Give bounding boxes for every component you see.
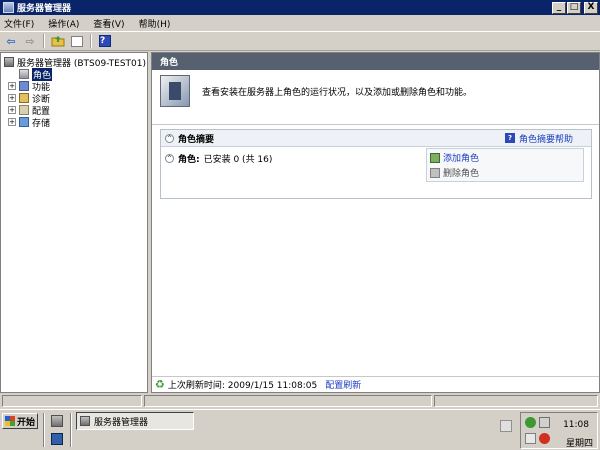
- title-bar: 服务器管理器 _ □ X: [0, 0, 600, 15]
- start-label: 开始: [17, 417, 36, 428]
- last-refresh-text: 上次刷新时间: 2009/1/15 11:08:05: [167, 381, 318, 391]
- server-manager-icon: [3, 2, 14, 13]
- tree-item-diagnostics[interactable]: + 诊断: [8, 92, 50, 105]
- refresh-status-bar: ♻ 上次刷新时间: 2009/1/15 11:08:05 配置刷新: [152, 376, 599, 392]
- menu-file[interactable]: 文件(F): [4, 17, 34, 30]
- configure-refresh-link[interactable]: 配置刷新: [325, 378, 361, 391]
- show-hidden-icons[interactable]: [500, 420, 512, 432]
- up-folder-icon[interactable]: [50, 33, 66, 49]
- add-roles-icon: [430, 152, 440, 163]
- summary-body: ^ 角色: 已安装 0 (共 16) 添加角色 删除角色: [161, 147, 591, 198]
- server-manager-quicklaunch-icon[interactable]: [51, 415, 63, 427]
- toolbar-separator: [43, 34, 45, 48]
- storage-icon: [19, 117, 29, 127]
- add-roles-link[interactable]: 添加角色: [443, 151, 479, 164]
- menu-action[interactable]: 操作(A): [48, 17, 79, 30]
- summary-header: ^ 角色摘要 ? 角色摘要帮助: [161, 130, 591, 147]
- status-cell: [144, 395, 432, 407]
- server-icon: [4, 57, 14, 67]
- quicklaunch-separator: [43, 413, 45, 447]
- windows-flag-icon: [5, 416, 15, 426]
- roles-status: ^ 角色: 已安装 0 (共 16): [165, 152, 272, 165]
- content-pane: 角色 查看安装在服务器上角色的运行状况，以及添加或删除角色和功能。 ^ 角色摘要…: [151, 52, 600, 393]
- roles-actions: 添加角色 删除角色: [426, 148, 584, 182]
- status-cell: [434, 395, 598, 407]
- taskbar-window-button[interactable]: 服务器管理器: [76, 412, 194, 430]
- roles-label: 角色:: [178, 155, 200, 165]
- minimize-button[interactable]: _: [552, 1, 566, 14]
- intro-text: 查看安装在服务器上角色的运行状况，以及添加或删除角色和功能。: [202, 87, 473, 98]
- remove-roles-link: 删除角色: [443, 169, 480, 179]
- forward-arrow-icon[interactable]: ⇨: [22, 33, 38, 49]
- summary-help-link[interactable]: ? 角色摘要帮助: [504, 132, 573, 145]
- menu-view[interactable]: 查看(V): [93, 17, 124, 30]
- roles-summary-panel: ^ 角色摘要 ? 角色摘要帮助 ^ 角色: 已安装 0 (共 16) 添加角色: [160, 129, 592, 199]
- taskbar: 开始 服务器管理器 11:08 星期四: [0, 409, 600, 450]
- toolbar-separator: [90, 34, 92, 48]
- quicklaunch-separator: [70, 413, 72, 447]
- close-button[interactable]: X: [584, 1, 598, 14]
- add-roles-action[interactable]: 添加角色: [430, 151, 583, 164]
- diagnostics-icon: [19, 93, 29, 103]
- powershell-icon[interactable]: [51, 433, 63, 445]
- status-cell: [2, 395, 142, 407]
- features-icon: [19, 81, 29, 91]
- status-bar: [0, 394, 600, 408]
- intro-section: 查看安装在服务器上角色的运行状况，以及添加或删除角色和功能。: [160, 75, 472, 107]
- tree-item-label: 存储: [32, 118, 51, 129]
- window-title: 服务器管理器: [17, 4, 72, 14]
- security-icon[interactable]: [525, 433, 536, 444]
- summary-title: 角色摘要: [178, 134, 215, 145]
- tree-item-features[interactable]: + 功能: [8, 80, 50, 93]
- navigation-tree: 服务器管理器 (BTS09-TEST01) 角色 + 功能 + 诊断 + 配置 …: [0, 52, 148, 393]
- clock-day: 星期四: [565, 439, 593, 449]
- start-button[interactable]: 开始: [2, 413, 38, 429]
- divider: [152, 124, 599, 125]
- toolbar: ⇦ ⇨ ?: [0, 31, 600, 51]
- refresh-icon: ♻: [155, 378, 165, 391]
- tree-item-configuration[interactable]: + 配置: [8, 104, 50, 117]
- alert-icon[interactable]: [539, 433, 550, 444]
- collapse-icon[interactable]: ^: [165, 133, 174, 143]
- menu-bar: 文件(F) 操作(A) 查看(V) 帮助(H): [0, 15, 600, 31]
- configuration-icon: [19, 105, 29, 115]
- maximize-button[interactable]: □: [567, 1, 581, 14]
- expand-icon[interactable]: +: [8, 118, 16, 126]
- roles-icon: [19, 69, 29, 79]
- roles-value: 已安装 0 (共 16): [203, 155, 273, 165]
- collapse-icon[interactable]: ^: [165, 154, 174, 163]
- expand-icon[interactable]: +: [8, 106, 16, 114]
- remove-roles-icon: [430, 167, 440, 178]
- network-icon[interactable]: [525, 417, 536, 428]
- show-hide-tree-icon[interactable]: [69, 33, 85, 49]
- server-manager-icon: [80, 416, 90, 426]
- menu-help[interactable]: 帮助(H): [139, 17, 171, 30]
- system-tray: 11:08 星期四: [520, 412, 598, 449]
- help-icon[interactable]: ?: [97, 33, 113, 49]
- back-arrow-icon[interactable]: ⇦: [3, 33, 19, 49]
- tree-item-roles[interactable]: 角色: [19, 67, 53, 81]
- clock-time[interactable]: 11:08: [563, 420, 589, 430]
- help-icon: ?: [504, 133, 515, 143]
- taskbar-window-label: 服务器管理器: [94, 417, 149, 428]
- tree-item-storage[interactable]: + 存储: [8, 116, 51, 129]
- summary-help-label[interactable]: 角色摘要帮助: [519, 132, 573, 145]
- remove-roles-action: 删除角色: [430, 166, 583, 179]
- content-header: 角色: [152, 53, 599, 70]
- server-roles-icon: [160, 75, 190, 107]
- expand-icon[interactable]: +: [8, 82, 16, 90]
- volume-icon[interactable]: [539, 417, 550, 428]
- expand-icon[interactable]: +: [8, 94, 16, 102]
- tree-root[interactable]: 服务器管理器 (BTS09-TEST01): [4, 56, 146, 69]
